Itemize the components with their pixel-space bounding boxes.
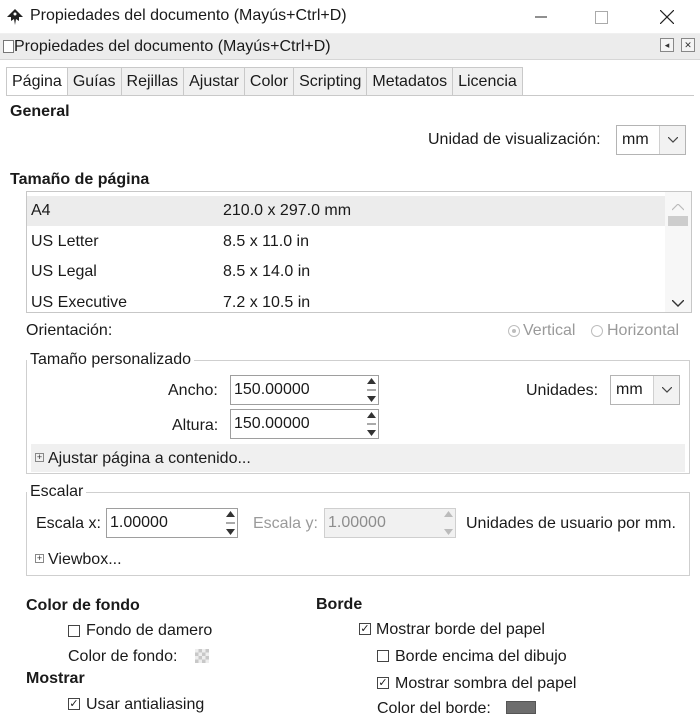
tab-pagina[interactable]: Página (6, 67, 68, 96)
vertical-radio[interactable] (508, 325, 520, 337)
list-item[interactable]: US Executive 7.2 x 10.5 in (27, 288, 665, 312)
scale-y-value: 1.00000 (328, 514, 386, 531)
vertical-label: Vertical (523, 322, 576, 339)
chevron-down-icon (659, 126, 685, 154)
expand-plus-icon[interactable]: + (35, 554, 44, 563)
scale-x-label: Escala x: (36, 515, 101, 532)
tab-licencia[interactable]: Licencia (453, 67, 523, 96)
scale-heading: Escalar (27, 483, 87, 501)
scroll-up-icon[interactable] (671, 198, 685, 215)
page-size-dimensions: 7.2 x 10.5 in (223, 294, 311, 311)
display-unit-select[interactable]: mm (616, 125, 686, 155)
antialias-checkbox[interactable]: ✓ (68, 698, 80, 710)
show-border-checkbox[interactable]: ✓ (359, 623, 371, 635)
scale-y-stepper[interactable]: 1.00000 (324, 508, 456, 538)
background-color-swatch[interactable] (195, 649, 209, 663)
minimize-icon[interactable] (518, 0, 564, 34)
tab-bar: Página Guías Rejillas Ajustar Color Scri… (6, 67, 523, 96)
inkscape-app-icon (6, 8, 24, 26)
page-size-dimensions: 8.5 x 11.0 in (223, 233, 309, 250)
display-heading: Mostrar (26, 670, 85, 687)
fit-page-label[interactable]: Ajustar página a contenido... (48, 450, 251, 468)
tab-divider (6, 95, 694, 96)
height-label: Altura: (172, 417, 219, 434)
width-label: Ancho: (168, 382, 218, 399)
border-on-top-checkbox[interactable] (377, 650, 389, 662)
page-size-list[interactable]: A4 210.0 x 297.0 mm US Letter 8.5 x 11.0… (26, 191, 692, 313)
border-heading: Borde (316, 596, 363, 613)
background-heading: Color de fondo (26, 597, 140, 614)
width-stepper[interactable]: 150.00000 (230, 375, 379, 405)
page-size-dimensions: 8.5 x 14.0 in (223, 263, 311, 280)
border-color-label: Color del borde: (377, 700, 491, 717)
dock-iconify-icon[interactable]: ◂ (660, 38, 674, 52)
close-icon[interactable] (644, 0, 690, 34)
horizontal-label: Horizontal (607, 322, 680, 339)
scale-y-label: Escala y: (253, 515, 318, 532)
dock-close-icon[interactable]: ✕ (681, 38, 695, 52)
tab-metadatos[interactable]: Metadatos (367, 67, 454, 96)
document-icon (3, 40, 14, 53)
height-stepper[interactable]: 150.00000 (230, 409, 379, 439)
page-size-name: US Legal (31, 263, 97, 280)
tab-rejillas[interactable]: Rejillas (121, 67, 185, 96)
tab-guias[interactable]: Guías (67, 67, 122, 96)
orientation-label: Orientación: (26, 322, 113, 339)
checkerboard-label: Fondo de damero (86, 622, 213, 639)
horizontal-radio[interactable] (591, 325, 603, 337)
page-size-dimensions: 210.0 x 297.0 mm (223, 202, 352, 219)
scale-x-stepper[interactable]: 1.00000 (106, 508, 238, 538)
spin-arrows-icon[interactable] (443, 510, 454, 536)
display-unit-label: Unidad de visualización: (428, 131, 601, 148)
scale-x-value: 1.00000 (110, 514, 168, 531)
tab-scripting[interactable]: Scripting (294, 67, 368, 96)
spin-arrows-icon[interactable] (366, 377, 377, 403)
units-label: Unidades: (526, 382, 599, 399)
expand-plus-icon[interactable]: + (35, 453, 44, 462)
page-size-heading: Tamaño de página (10, 171, 150, 188)
scale-units-text: Unidades de usuario por mm. (466, 515, 676, 532)
chevron-down-icon (653, 376, 679, 404)
custom-size-heading: Tamaño personalizado (27, 351, 194, 369)
display-unit-value: mm (622, 131, 649, 148)
width-value: 150.00000 (234, 381, 310, 398)
show-border-label: Mostrar borde del papel (376, 621, 545, 638)
show-shadow-checkbox[interactable]: ✓ (377, 677, 389, 689)
spin-arrows-icon[interactable] (366, 411, 377, 437)
viewbox-label[interactable]: Viewbox... (48, 551, 122, 569)
page-size-name: US Letter (31, 233, 99, 250)
list-item[interactable]: US Legal 8.5 x 14.0 in (27, 257, 665, 287)
border-color-swatch[interactable] (506, 701, 536, 714)
maximize-icon[interactable] (578, 0, 624, 34)
list-scrollbar[interactable] (665, 192, 691, 312)
border-on-top-label: Borde encima del dibujo (395, 648, 567, 665)
page-size-name: A4 (31, 202, 51, 219)
spin-arrows-icon[interactable] (225, 510, 236, 536)
window-title: Propiedades del documento (Mayús+Ctrl+D) (30, 7, 347, 24)
list-item[interactable]: A4 210.0 x 297.0 mm (27, 196, 665, 226)
background-color-label: Color de fondo: (68, 648, 178, 665)
list-item[interactable]: US Letter 8.5 x 11.0 in (27, 227, 665, 257)
page-size-name: US Executive (31, 294, 128, 311)
antialias-label: Usar antialiasing (86, 696, 205, 713)
general-heading: General (10, 103, 70, 120)
scroll-down-icon[interactable] (671, 294, 685, 311)
checkerboard-checkbox[interactable] (68, 625, 80, 637)
tab-color[interactable]: Color (244, 67, 295, 96)
units-select[interactable]: mm (610, 375, 680, 405)
scrollbar-thumb[interactable] (668, 216, 688, 226)
show-shadow-label: Mostrar sombra del papel (395, 675, 577, 692)
dock-title: Propiedades del documento (Mayús+Ctrl+D) (14, 38, 331, 55)
tab-ajustar[interactable]: Ajustar (184, 67, 245, 96)
units-value: mm (616, 381, 643, 398)
height-value: 150.00000 (234, 415, 310, 432)
